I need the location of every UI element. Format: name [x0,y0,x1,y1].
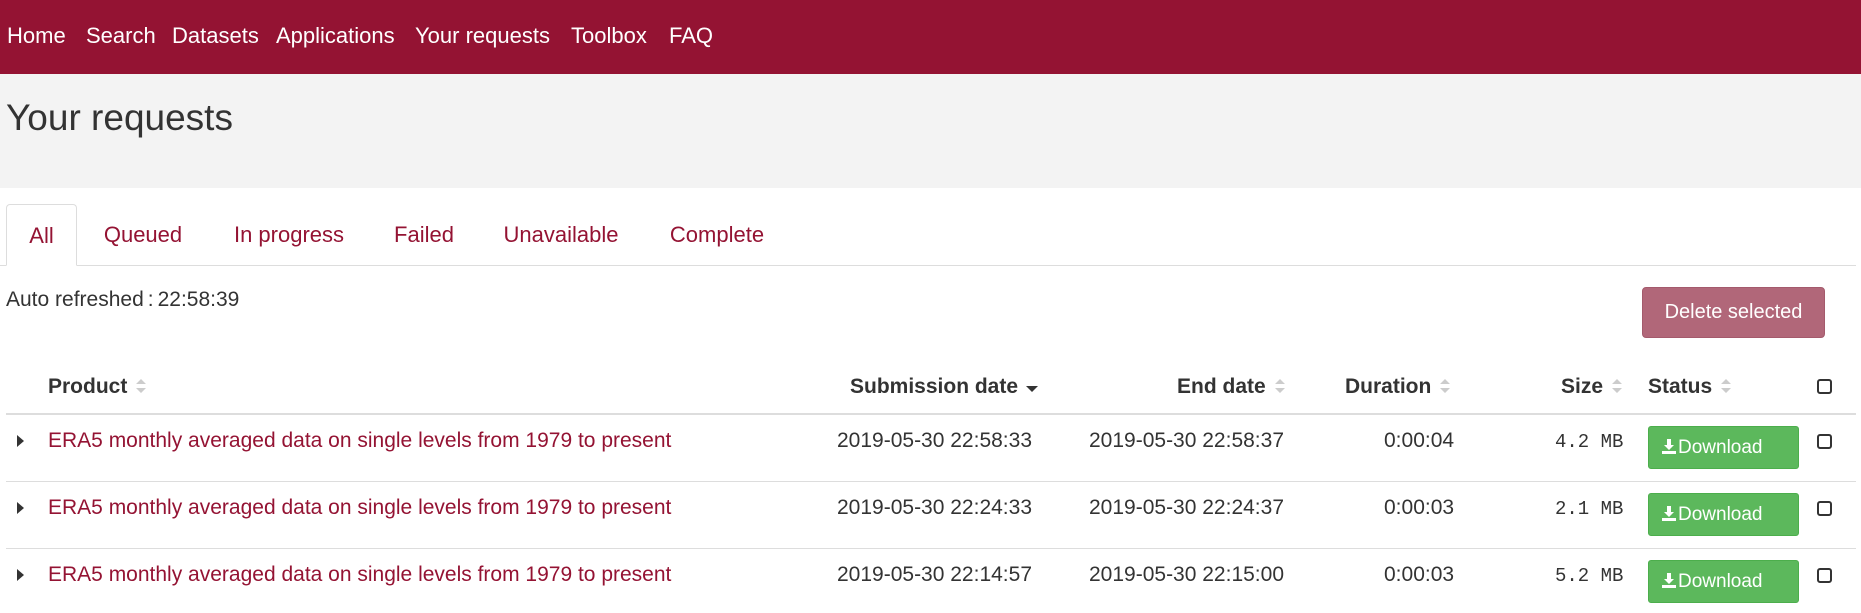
product-link[interactable]: ERA5 monthly averaged data on single lev… [48,427,671,455]
row-divider [6,481,1856,482]
select-all-checkbox[interactable] [1817,379,1832,394]
tab-complete[interactable]: Complete [664,204,770,266]
nav-item-your-requests[interactable]: Your requests [415,22,550,50]
duration-cell: 0:00:03 [1384,563,1455,586]
page-header-band [0,74,1861,188]
table-header-divider [6,413,1856,415]
nav-item-datasets[interactable]: Datasets [172,22,259,50]
caret-right-icon[interactable] [17,435,24,447]
row-divider [6,548,1856,549]
column-header-size[interactable]: Size [1561,373,1623,401]
caret-right-icon[interactable] [17,569,24,581]
column-header-status-label: Status [1648,375,1713,398]
download-button-label: Download [1678,437,1763,458]
end-date-cell: 2019-05-30 22:24:37 [1089,496,1284,519]
sort-icon [1612,379,1623,393]
tab-in-progress[interactable]: In progress [229,204,349,266]
tab-queued[interactable]: Queued [98,204,188,266]
row-select-checkbox[interactable] [1817,434,1832,449]
nav-item-search[interactable]: Search [86,22,156,50]
sort-icon [1440,379,1451,393]
column-header-product[interactable]: Product [48,373,147,401]
download-button[interactable]: Download [1648,493,1799,536]
download-button[interactable]: Download [1648,560,1799,603]
auto-refresh-time: 22:58:39 [157,288,240,311]
submission-date-cell: 2019-05-30 22:14:57 [837,563,1032,586]
column-header-end-date[interactable]: End date [1177,373,1286,401]
duration-cell: 0:00:03 [1384,496,1455,519]
download-icon [1662,573,1676,588]
sort-icon [1274,379,1285,393]
tab-failed[interactable]: Failed [390,204,458,266]
product-link[interactable]: ERA5 monthly averaged data on single lev… [48,494,671,522]
sort-desc-icon [1026,386,1039,392]
nav-item-home[interactable]: Home [7,22,66,50]
duration-cell: 0:00:04 [1384,429,1455,452]
delete-selected-button[interactable]: Delete selected [1642,287,1825,338]
nav-item-toolbox[interactable]: Toolbox [571,22,647,50]
top-navigation-bar: Home Search Datasets Applications Your r… [0,0,1861,74]
column-header-product-label: Product [48,375,128,398]
row-select-checkbox[interactable] [1817,501,1832,516]
nav-item-faq[interactable]: FAQ [669,22,713,50]
download-icon [1662,506,1676,521]
tab-all[interactable]: All [6,204,77,266]
tab-unavailable[interactable]: Unavailable [499,204,623,266]
size-cell: 2.1 MB [1555,498,1624,520]
sort-icon [1721,379,1732,393]
column-header-end-date-label: End date [1177,375,1266,398]
download-button[interactable]: Download [1648,426,1799,469]
end-date-cell: 2019-05-30 22:58:37 [1089,429,1284,452]
column-header-status[interactable]: Status [1648,373,1732,401]
submission-date-cell: 2019-05-30 22:24:33 [837,496,1032,519]
caret-right-icon[interactable] [17,502,24,514]
auto-refresh-separator: : [147,288,154,311]
end-date-cell: 2019-05-30 22:15:00 [1089,563,1284,586]
nav-item-applications[interactable]: Applications [276,22,395,50]
row-select-checkbox[interactable] [1817,568,1832,583]
page-title: Your requests [6,97,233,138]
submission-date-cell: 2019-05-30 22:58:33 [837,429,1032,452]
auto-refresh-status: Auto refreshed:22:58:39 [6,287,239,313]
download-button-label: Download [1678,571,1763,592]
download-button-label: Download [1678,504,1763,525]
column-header-size-label: Size [1561,375,1604,398]
column-header-submission-date[interactable]: Submission date [850,373,1039,401]
column-header-submission-date-label: Submission date [850,375,1019,398]
size-cell: 4.2 MB [1555,431,1624,453]
product-link[interactable]: ERA5 monthly averaged data on single lev… [48,561,671,589]
column-header-duration-label: Duration [1345,375,1432,398]
sort-icon [136,379,147,393]
size-cell: 5.2 MB [1555,565,1624,587]
column-header-duration[interactable]: Duration [1345,373,1451,401]
auto-refresh-label: Auto refreshed [6,288,144,311]
download-icon [1662,439,1676,454]
